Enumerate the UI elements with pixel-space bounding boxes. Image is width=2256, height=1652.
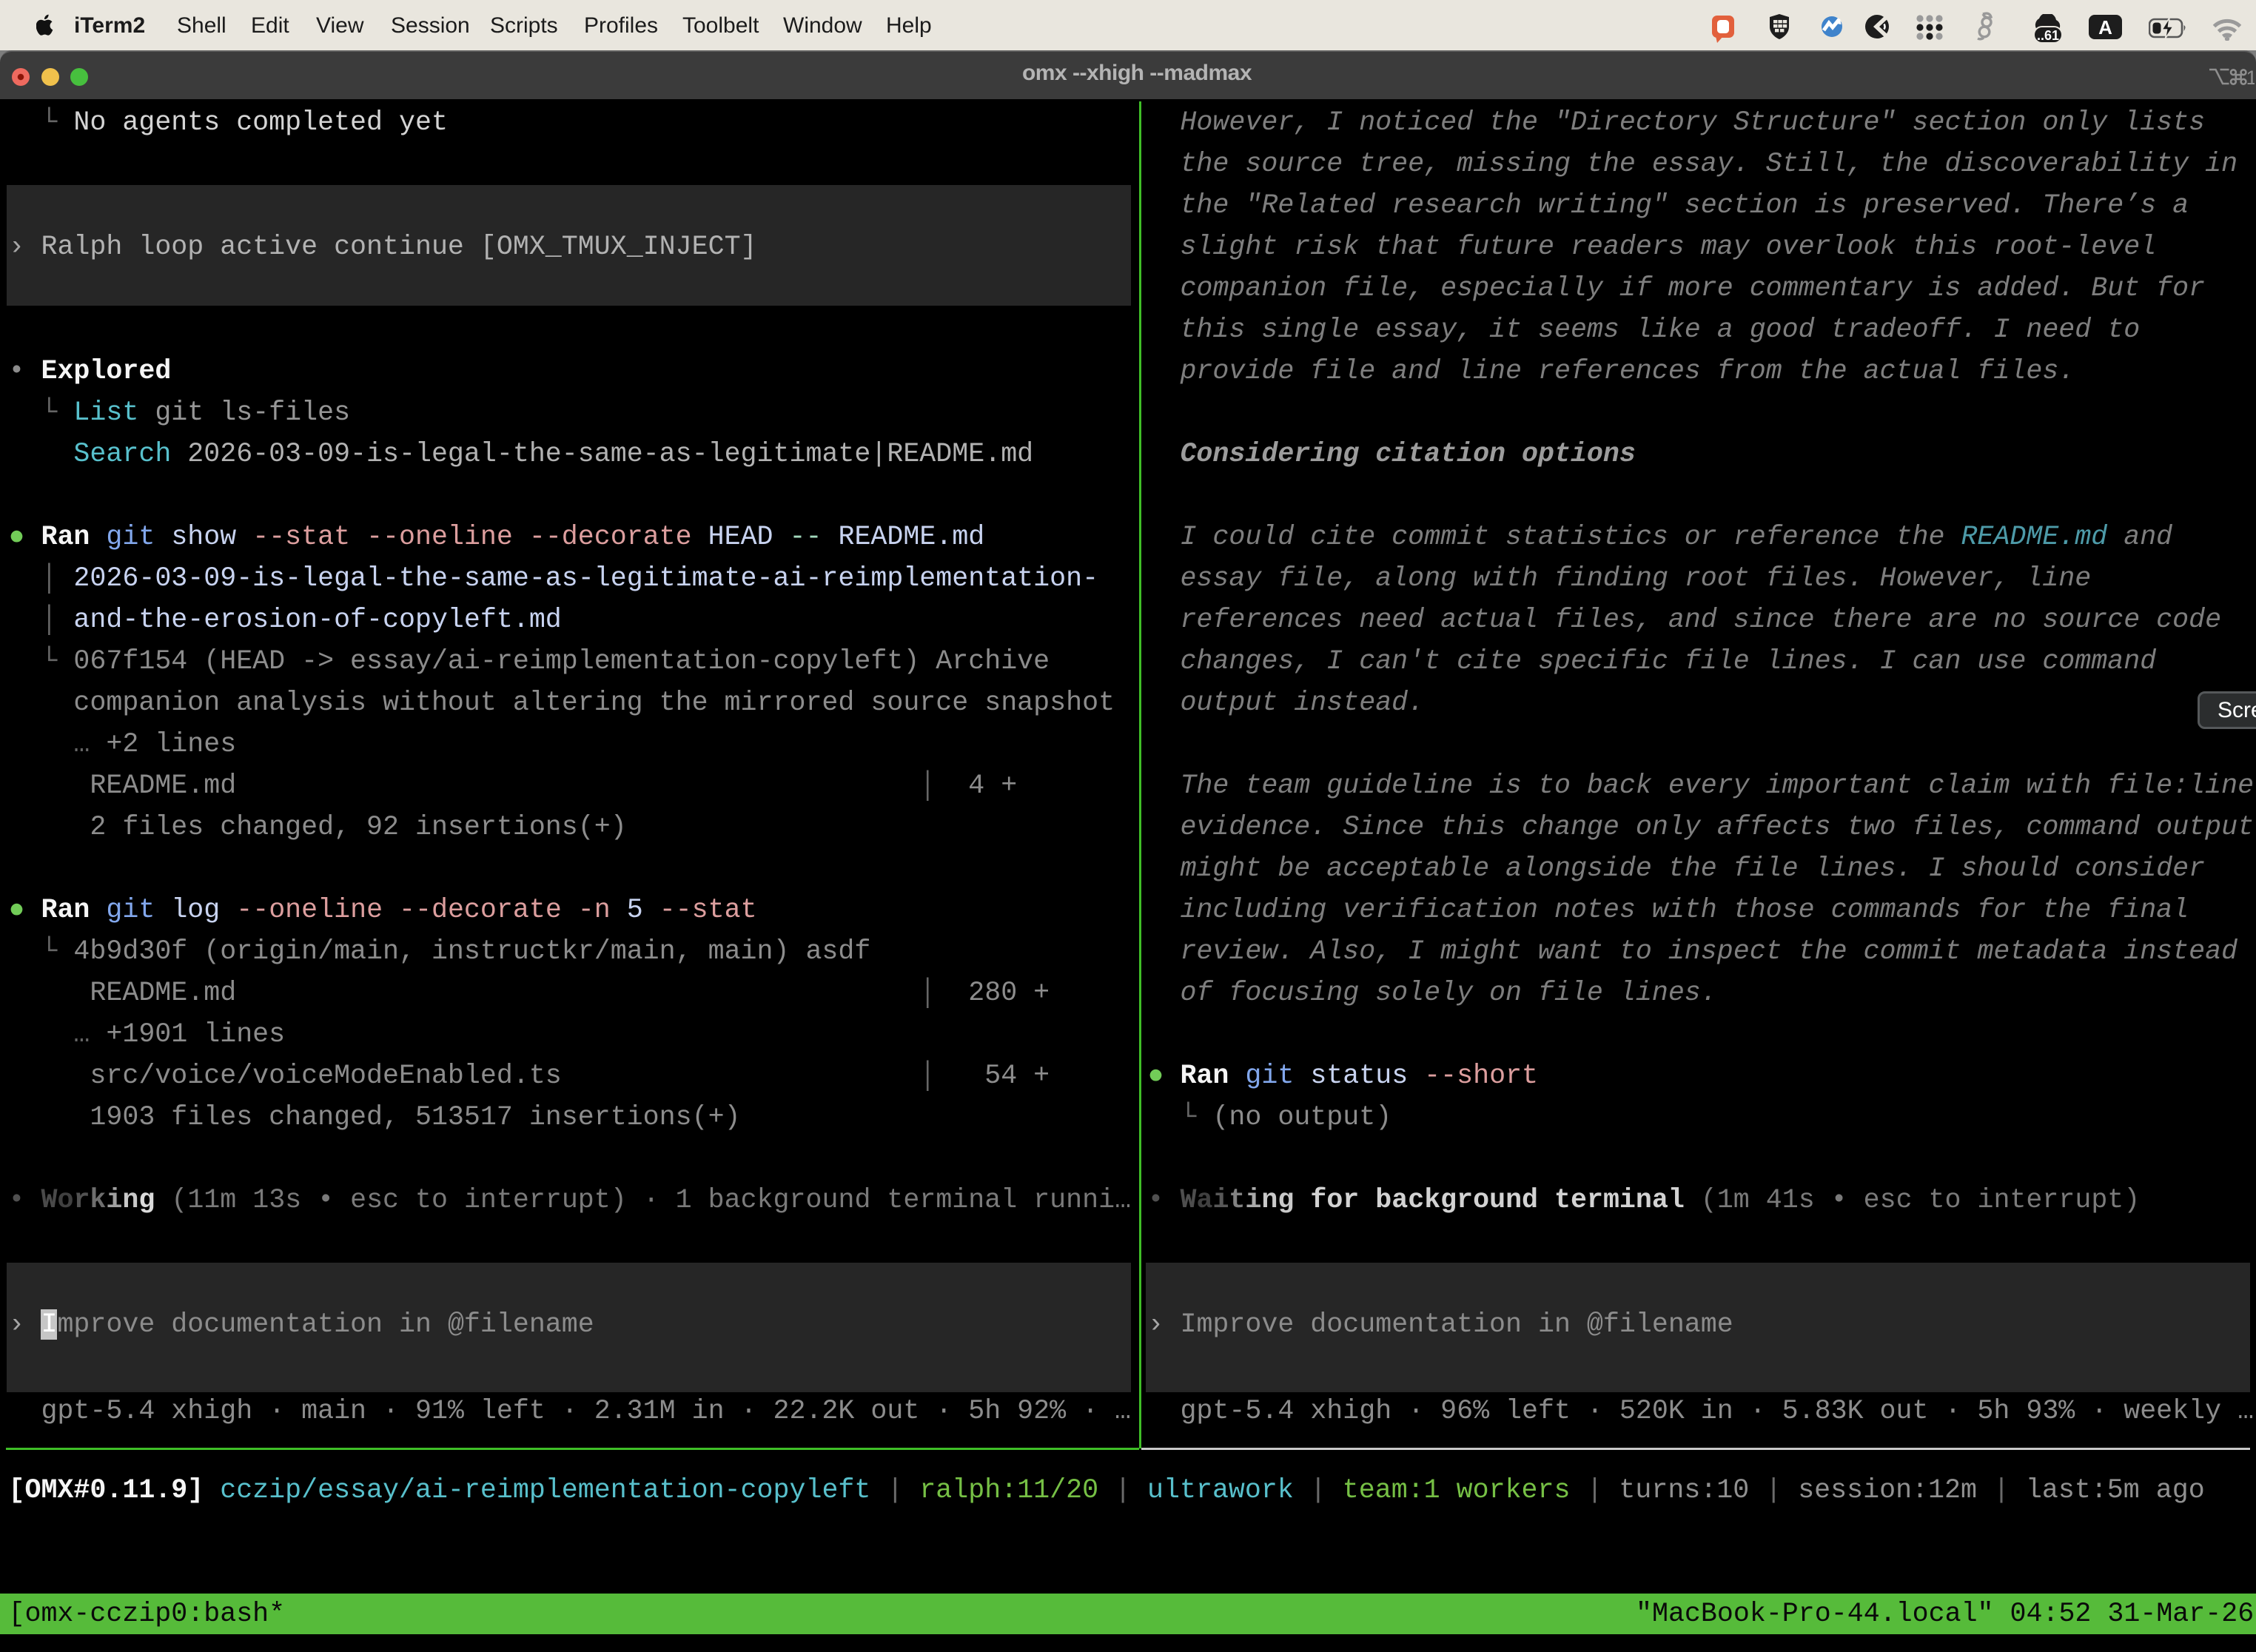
svg-text:A: A bbox=[2098, 16, 2112, 38]
svg-text:1: 1 bbox=[2246, 67, 2255, 88]
svg-text:..61: ..61 bbox=[2037, 28, 2059, 43]
